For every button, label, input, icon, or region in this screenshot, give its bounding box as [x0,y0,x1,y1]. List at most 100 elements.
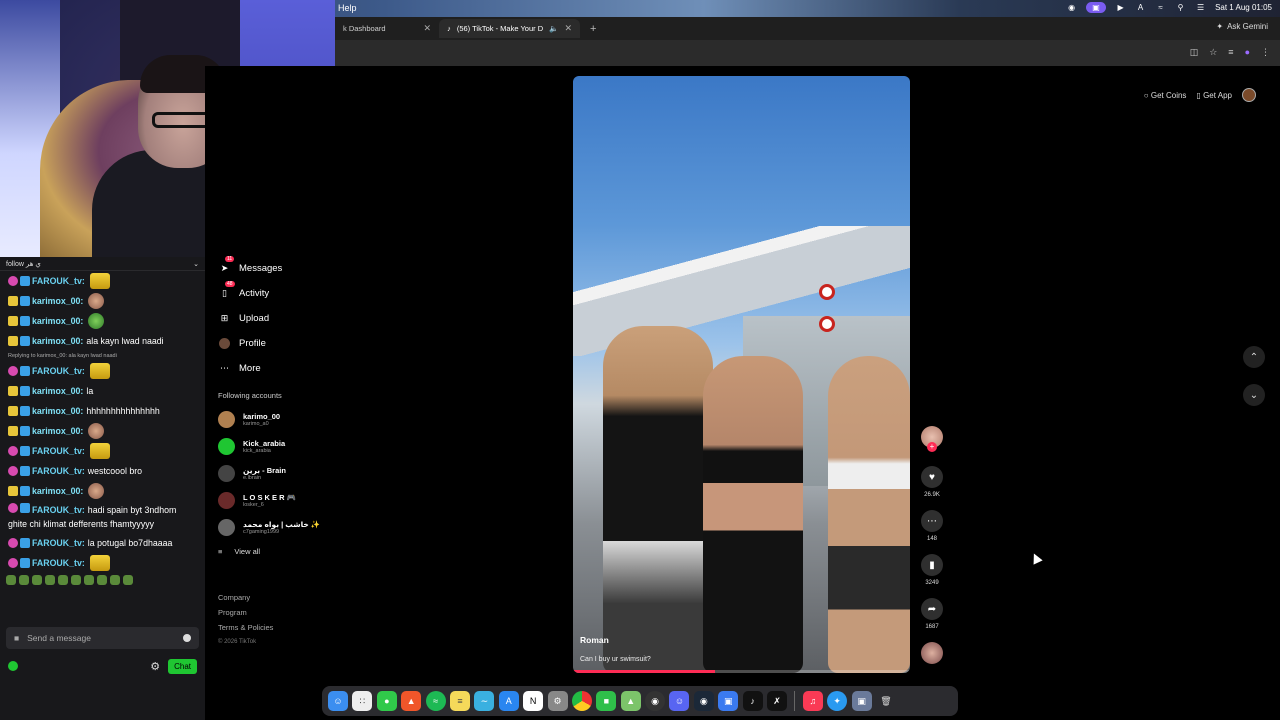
steam-icon[interactable]: ◉ [693,691,714,711]
tab-tiktok[interactable]: ♪ (56) TikTok - Make Your D 🔈 ✕ [439,19,581,38]
search-icon[interactable]: ⚲ [1175,2,1186,13]
wifi-icon[interactable]: ≈ [1155,2,1166,13]
chat-username[interactable]: karimox_00: [32,484,83,498]
discord-icon[interactable]: ☺ [669,691,690,711]
obs-icon[interactable]: ◉ [645,691,666,711]
chat-message[interactable]: FAROUK_tv: la potugal bo7dhaaaa [0,533,205,553]
footer-company[interactable]: Company [218,590,273,605]
chat-pinned-bar[interactable]: follow ي هر ⌄ [0,257,205,271]
screen-share-icon[interactable]: ◫ [1190,47,1199,58]
play-icon[interactable]: ▶ [1115,2,1126,13]
control-center-icon[interactable]: ☰ [1195,2,1206,13]
preview-icon[interactable]: ▣ [851,691,872,711]
chat-message[interactable]: karimox_00: ala kayn lwad naadi [0,331,205,351]
menu-help[interactable]: Help [338,3,357,13]
chat-username[interactable]: karimox_00: [32,404,83,418]
nav-messages[interactable]: ➤ 11 Messages [205,256,335,281]
following-account[interactable]: Kick_arabia kick_arabia [205,433,335,460]
ask-gemini-button[interactable]: ✦ Ask Gemini [1216,22,1268,31]
chat-message[interactable]: FAROUK_tv: [0,271,205,291]
chat-message[interactable]: karimox_00: la [0,381,205,401]
extensions-icon[interactable]: ≡ [1228,47,1233,58]
notion-icon[interactable]: N [523,691,544,711]
emote-bar[interactable] [0,573,205,587]
facetime-icon[interactable]: ■ [596,691,617,711]
chat-message[interactable]: karimox_00: [0,291,205,311]
save-button[interactable]: ▮ [921,554,943,576]
launchpad-icon[interactable]: ∷ [352,691,373,711]
emote-icon[interactable] [71,575,81,585]
finder-icon[interactable]: ☺ [328,691,348,711]
following-account[interactable]: karimo_00 karimo_a0 [205,406,335,433]
chat-message[interactable]: karimox_00: [0,421,205,441]
chat-username[interactable]: karimox_00: [32,294,83,308]
chat-message[interactable]: FAROUK_tv: [0,361,205,381]
emote-icon[interactable] [110,575,120,585]
blue-app-icon[interactable]: ▣ [718,691,739,711]
video-player[interactable]: Roman Can I buy ur swimsuit? [573,76,910,673]
clock[interactable]: Sat 1 Aug 01:05 [1215,3,1272,12]
nav-activity[interactable]: ▯ 48 Activity [205,281,335,306]
chat-username[interactable]: FAROUK_tv: [32,274,85,288]
chat-message[interactable]: karimox_00: [0,311,205,331]
emoji-icon[interactable] [183,634,191,642]
nav-more[interactable]: ⋯ More [205,356,335,381]
tab-dashboard[interactable]: k Dashboard ✕ [335,19,439,38]
chat-username[interactable]: FAROUK_tv: [32,364,85,378]
follow-plus-icon[interactable]: + [927,442,937,452]
following-account[interactable]: برين - Brain e.lbrain [205,460,335,487]
following-account[interactable]: L O S K E R 🎮 losker_6 [205,487,335,514]
chat-username[interactable]: FAROUK_tv: [32,556,85,570]
close-icon[interactable]: ✕ [564,23,572,34]
chat-username[interactable]: FAROUK_tv: [32,505,85,515]
bookmark-star-icon[interactable]: ☆ [1209,47,1217,58]
chat-message[interactable]: FAROUK_tv: [0,441,205,461]
chat-username[interactable]: karimox_00: [32,424,83,438]
following-account[interactable]: خاشب | بواه محمد ✨ c7gaming1999 [205,514,335,541]
comment-button[interactable]: ⋯ [921,510,943,532]
chat-message[interactable]: FAROUK_tv: [0,553,205,573]
profile-avatar-icon[interactable]: ● [1245,47,1250,58]
freeform-icon[interactable]: ∼ [474,691,495,711]
chat-message[interactable]: FAROUK_tv: hadi spain byt 3ndhom ghite ch… [0,501,205,533]
chat-message-input[interactable]: ■ Send a message [6,627,199,649]
maps-icon[interactable]: ▲ [620,691,641,711]
get-coins-button[interactable]: ○ Get Coins [1144,91,1187,100]
emote-icon[interactable] [58,575,68,585]
creator-avatar[interactable]: + [921,426,943,452]
chat-username[interactable]: karimox_00: [32,334,83,348]
nav-profile[interactable]: Profile [205,331,335,356]
emote-icon[interactable] [45,575,55,585]
video-progress-bar[interactable] [573,670,910,673]
emote-icon[interactable] [19,575,29,585]
chevron-down-icon[interactable]: ⌄ [193,260,199,268]
get-app-button[interactable]: ▯ Get App [1196,91,1232,100]
next-video-button[interactable]: ⌄ [1243,384,1265,406]
tiktok-app-icon[interactable]: ♪ [742,691,763,711]
text-icon[interactable]: A [1135,2,1146,13]
footer-terms[interactable]: Terms & Policies [218,620,273,635]
user-avatar[interactable] [1242,88,1256,102]
emote-icon[interactable] [97,575,107,585]
safari-icon[interactable]: ✦ [827,691,848,711]
chat-message[interactable]: karimox_00: hhhhhhhhhhhhhhh [0,401,205,421]
settings-icon[interactable]: ⚙ [547,691,568,711]
close-icon[interactable]: ✕ [424,23,432,34]
video-author[interactable]: Roman [580,635,609,645]
chat-username[interactable]: FAROUK_tv: [32,444,85,458]
nav-upload[interactable]: ⊞ Upload [205,306,335,331]
music-disc[interactable] [921,642,943,664]
chat-username[interactable]: FAROUK_tv: [32,464,85,478]
emote-icon[interactable] [84,575,94,585]
share-button[interactable]: ➦ [921,598,943,620]
view-all-link[interactable]: ≡ View all [205,541,335,556]
chat-username[interactable]: FAROUK_tv: [32,536,85,550]
chat-message-list[interactable]: FAROUK_tv: karimox_00: karimox_00: karimox_… [0,271,205,573]
capcut-icon[interactable]: ✗ [767,691,788,711]
emote-icon[interactable] [123,575,133,585]
new-tab-button[interactable]: + [590,23,596,35]
chat-message[interactable]: karimox_00: [0,481,205,501]
emote-icon[interactable] [32,575,42,585]
gear-icon[interactable]: ⚙ [150,660,160,673]
menu-icon[interactable]: ⋮ [1261,47,1270,58]
